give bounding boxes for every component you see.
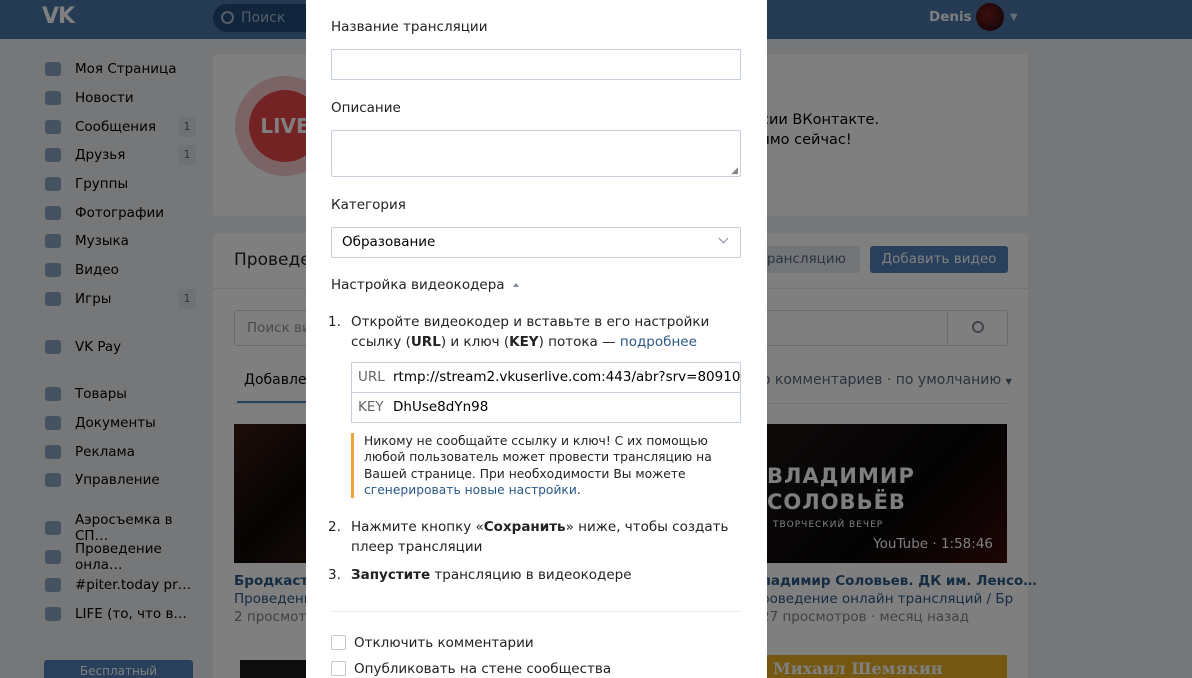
step-text: Сохранить [483, 519, 566, 535]
step-number: 1. [328, 314, 341, 330]
step-text: KEY [509, 333, 539, 350]
security-warning: Никому не сообщайте ссылку и ключ! С их … [351, 433, 741, 499]
warning-text: Никому не сообщайте ссылку и ключ! С их … [364, 434, 712, 481]
encoder-settings-toggle[interactable]: Настройка видеокодера [331, 277, 519, 293]
step-2-text: Нажмите кнопку «Сохранить» ниже, чтобы с… [351, 518, 741, 557]
encoder-toggle-label: Настройка видеокодера [331, 277, 505, 293]
description-textarea[interactable]: ◢ [331, 130, 741, 177]
step-text: трансляцию в видеокодере [430, 567, 632, 583]
step-number: 2. [328, 519, 341, 535]
url-value[interactable]: rtmp://stream2.vkuserlive.com:443/abr?sr… [393, 363, 740, 392]
step-number: 3. [328, 567, 341, 583]
publish-on-wall-label[interactable]: Опубликовать на стене сообщества [354, 661, 611, 677]
key-label: KEY [358, 399, 384, 415]
category-label: Категория [331, 197, 406, 213]
step-text: ) потока — [538, 333, 620, 350]
step-text: Нажмите кнопку « [351, 519, 484, 535]
disable-comments-label[interactable]: Отключить комментарии [354, 635, 534, 651]
resize-handle-icon[interactable]: ◢ [731, 166, 738, 176]
step-1-text: Откройте видеокодер и вставьте в его нас… [351, 313, 741, 352]
stream-url-field[interactable]: URL rtmp://stream2.vkuserlive.com:443/ab… [351, 362, 741, 393]
description-label: Описание [331, 100, 401, 116]
name-label: Название трансляции [331, 19, 488, 35]
step-text: ) и ключ ( [440, 333, 510, 350]
publish-on-wall-checkbox[interactable] [331, 661, 346, 676]
step-text: Запустите [351, 567, 431, 583]
step-3-text: Запустите трансляцию в видеокодере [351, 566, 741, 586]
divider [331, 611, 741, 612]
url-label: URL [358, 369, 385, 385]
disable-comments-checkbox[interactable] [331, 635, 346, 650]
caret-up-icon [512, 283, 519, 287]
more-info-link[interactable]: подробнее [620, 334, 697, 350]
stream-key-field[interactable]: KEY DhUse8dYn98 [351, 392, 741, 423]
regenerate-settings-link[interactable]: сгенерировать новые настройки [364, 483, 577, 497]
warning-text: . [576, 482, 581, 497]
chevron-down-icon [718, 233, 729, 244]
broadcast-settings-modal: Название трансляции Описание ◢ Категория… [306, 0, 767, 678]
category-value: Образование [342, 234, 436, 250]
step-text: URL [410, 333, 441, 350]
broadcast-name-input[interactable] [331, 49, 741, 80]
category-select[interactable]: Образование [331, 227, 741, 258]
key-value[interactable]: DhUse8dYn98 [393, 393, 488, 422]
